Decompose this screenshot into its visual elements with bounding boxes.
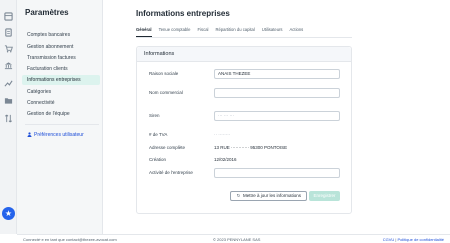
sidebar-divider [25, 124, 99, 125]
settings-sidebar: Paramètres Comptes bancaires Gestion abo… [17, 0, 103, 234]
siren-label: Siren [149, 113, 160, 118]
tabs-divider [136, 37, 352, 38]
footer-links: CGVU | Politique de confidentialité [383, 237, 444, 242]
update-info-button[interactable]: ↻ Mettre à jour les informations [230, 191, 307, 201]
sidebar-item-connectivite[interactable]: Connectivité [22, 98, 100, 108]
tab-tenue-comptable[interactable]: Tenue comptable [159, 26, 191, 37]
activite-input[interactable] [214, 168, 340, 178]
refresh-icon: ↻ [236, 193, 241, 198]
document-icon[interactable] [4, 28, 13, 37]
sidebar-item-categories[interactable]: Catégories [22, 87, 100, 97]
raison-sociale-label: Raison sociale [149, 71, 179, 76]
privacy-link[interactable]: Politique de confidentialité [398, 237, 444, 242]
tab-general[interactable]: Général [136, 26, 152, 37]
sidebar-item-informations-entreprises[interactable]: Informations entreprises [22, 75, 100, 85]
adresse-value: 13 RUE ············ 95300 PONTOISE [214, 145, 288, 150]
transfer-icon[interactable] [4, 114, 13, 123]
nom-commercial-label: Nom commercial [149, 90, 183, 95]
sidebar-item-gestion-equipe[interactable]: Gestion de l'équipe [22, 109, 100, 119]
sidebar-item-gestion-abonnement[interactable]: Gestion abonnement [22, 42, 100, 52]
tva-label: # de TVA [149, 132, 168, 137]
tab-bar: Général Tenue comptable Fiscal Répartiti… [136, 26, 310, 37]
footer-copyright: © 2023 PENNYLANE SAS [213, 237, 261, 242]
star-icon[interactable]: ★ [2, 207, 15, 220]
footer-connected-as: Connecté·e en tant que contact@thezee-av… [23, 237, 117, 242]
preferences-link[interactable]: Préférences utilisateur [27, 132, 84, 138]
preferences-label: Préférences utilisateur [34, 132, 84, 138]
footer: Connecté·e en tant que contact@thezee-av… [17, 234, 450, 243]
activite-label: Activité de l'entreprise [149, 170, 193, 175]
cgvu-link[interactable]: CGVU [383, 237, 395, 242]
nom-commercial-input[interactable] [214, 88, 340, 98]
card-title: Informations [144, 51, 175, 57]
dashboard-icon[interactable] [4, 12, 13, 21]
icon-rail: ★ [0, 0, 17, 234]
page-title: Informations entreprises [136, 9, 230, 18]
card-header: Informations [137, 47, 351, 62]
cart-icon[interactable] [4, 44, 13, 53]
informations-card: Informations Raison sociale ANAIS THEZEE… [136, 46, 352, 214]
tva-value: ·· ········ [214, 132, 231, 137]
sidebar-item-facturation-clients[interactable]: Facturation clients [22, 64, 100, 74]
creation-value: 12/02/2016 [214, 157, 237, 162]
settings-title: Paramètres [25, 8, 69, 17]
user-icon [27, 132, 32, 137]
creation-label: Création [149, 157, 167, 162]
folder-icon[interactable] [4, 96, 13, 105]
sidebar-item-comptes-bancaires[interactable]: Comptes bancaires [22, 30, 100, 40]
sidebar-item-transmission-factures[interactable]: Transmission factures [22, 53, 100, 63]
update-info-label: Mettre à jour les informations [242, 193, 302, 198]
tab-utilisateurs[interactable]: Utilisateurs [262, 26, 283, 37]
adresse-label: Adresse complète [149, 145, 186, 150]
bank-icon[interactable] [4, 61, 13, 70]
tab-fiscal[interactable]: Fiscal [198, 26, 209, 37]
chart-icon[interactable] [4, 79, 13, 88]
siren-input[interactable]: ··· ··· ··· [214, 111, 340, 121]
raison-sociale-input[interactable]: ANAIS THEZEE [214, 69, 340, 79]
tab-repartition-capital[interactable]: Répartition du capital [215, 26, 254, 37]
save-button[interactable]: Enregistrer [309, 191, 340, 201]
tab-actions[interactable]: Actions [290, 26, 304, 37]
